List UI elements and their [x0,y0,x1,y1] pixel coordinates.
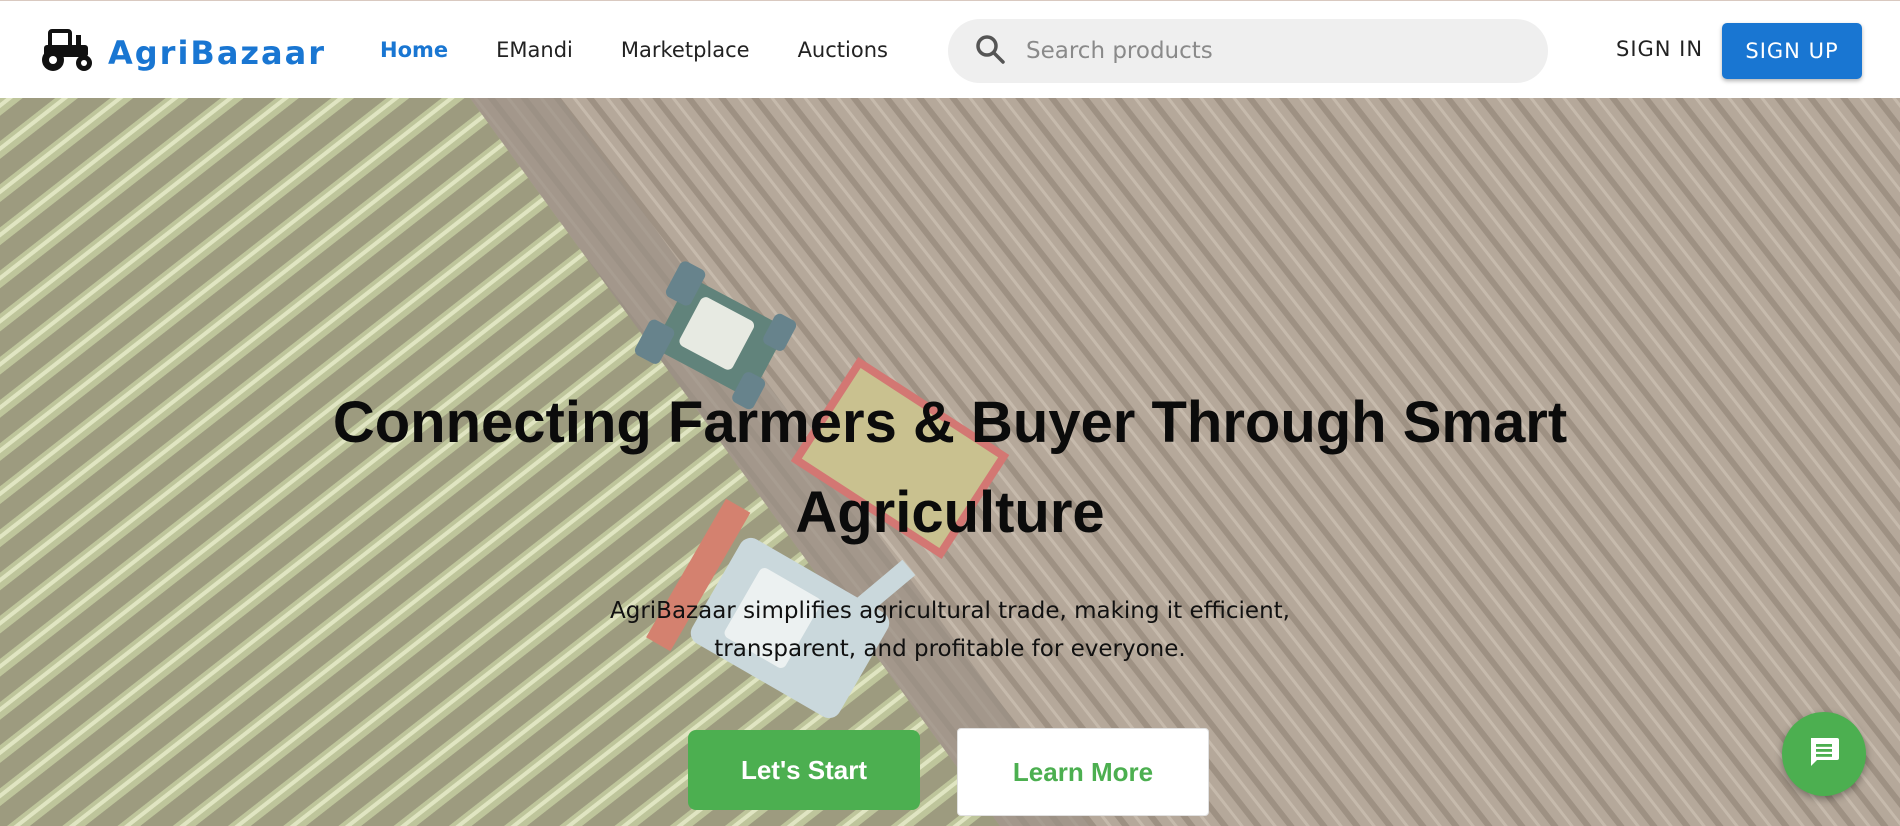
nav-item-emandi[interactable]: EMandi [496,38,573,62]
main-nav: Home EMandi Marketplace Auctions [380,1,936,99]
nav-item-home[interactable]: Home [380,38,448,62]
chat-button[interactable] [1782,712,1866,796]
sign-in-button[interactable]: SIGN IN [1616,37,1703,61]
search-icon [974,33,1006,70]
search-input[interactable] [1024,37,1528,65]
lets-start-button[interactable]: Let's Start [688,730,920,810]
top-navbar: AgriBazaar Home EMandi Marketplace Aucti… [0,0,1900,98]
chat-icon [1806,734,1842,775]
nav-item-auctions[interactable]: Auctions [798,38,888,62]
nav-item-marketplace[interactable]: Marketplace [621,38,750,62]
sign-up-button[interactable]: SIGN UP [1722,23,1862,79]
hero-subtitle: AgriBazaar simplifies agricultural trade… [609,598,1290,662]
brand-name: AgriBazaar [108,33,326,72]
hero-section: Connecting Farmers & Buyer Through Smart… [0,98,1900,826]
tractor-icon [36,27,98,78]
search-bar [948,19,1548,83]
learn-more-button[interactable]: Learn More [957,728,1209,816]
brand-logo[interactable]: AgriBazaar [36,27,326,78]
hero-title: Connecting Farmers & Buyer Through Smart… [332,390,1568,545]
